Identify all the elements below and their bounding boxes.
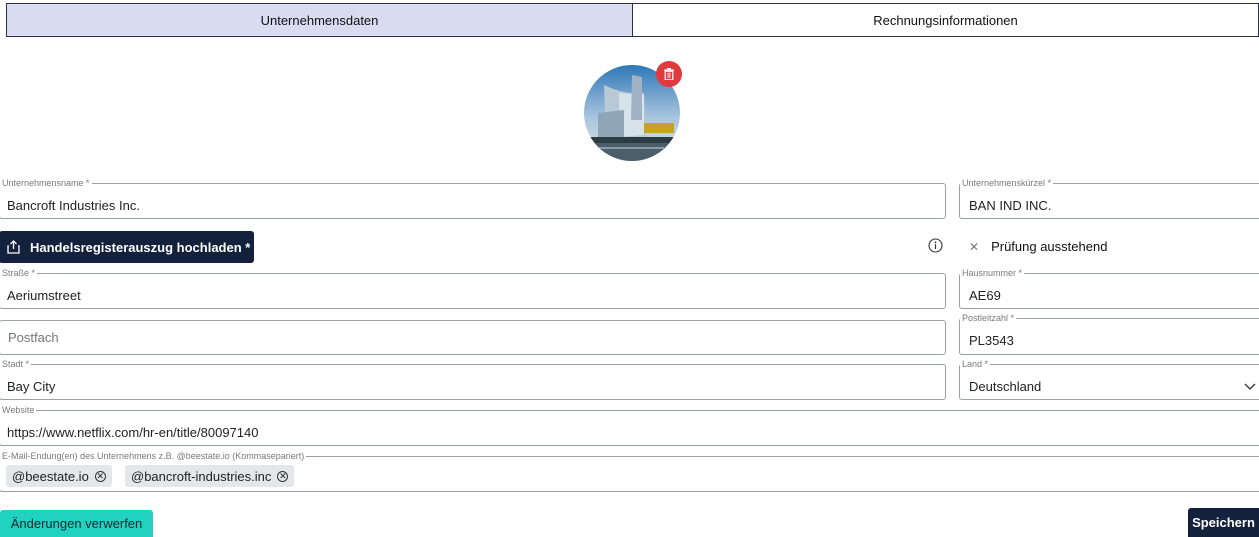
save-button[interactable]: Speichern: [1188, 508, 1259, 537]
discard-changes-button[interactable]: Änderungen verwerfen: [0, 510, 153, 537]
city-value: Bay City: [7, 379, 56, 394]
house-number-field[interactable]: Hausnummer * AE69: [959, 269, 1259, 309]
country-select[interactable]: Land * Deutschland: [959, 360, 1259, 400]
tab-company-data[interactable]: Unternehmensdaten: [6, 3, 633, 37]
city-field[interactable]: Stadt * Bay City: [0, 360, 946, 400]
info-icon[interactable]: [928, 238, 943, 253]
po-box-input[interactable]: Postfach: [0, 320, 946, 355]
street-field[interactable]: Straße * Aeriumstreet: [0, 269, 946, 309]
street-label: Straße *: [2, 268, 36, 278]
upload-icon: [7, 240, 20, 254]
chevron-down-icon: [1244, 383, 1256, 390]
company-short-field[interactable]: Unternehmenskürzel * BAN IND INC.: [959, 179, 1259, 219]
country-value: Deutschland: [969, 379, 1042, 394]
postal-code-value: PL3543: [969, 333, 1014, 348]
email-domain-chip[interactable]: @bancroft-industries.inc ✕: [125, 465, 295, 487]
city-label: Stadt *: [2, 359, 30, 369]
verification-status: ✕ Prüfung ausstehend: [969, 239, 1107, 254]
country-label: Land *: [962, 359, 989, 369]
company-name-label: Unternehmensname *: [2, 178, 90, 188]
email-domain-chip-label: @beestate.io: [12, 468, 89, 484]
website-value: https://www.netflix.com/hr-en/title/8009…: [7, 425, 259, 440]
tab-billing-info[interactable]: Rechnungsinformationen: [633, 3, 1259, 37]
circle-x-icon[interactable]: ✕: [277, 470, 289, 482]
circle-x-icon[interactable]: ✕: [94, 470, 106, 482]
po-box-placeholder: Postfach: [8, 330, 59, 345]
company-logo-container: [584, 61, 682, 161]
email-domains-label: E-Mail-Endung(en) des Unternehmens z.B. …: [2, 451, 305, 461]
trash-icon: [664, 68, 674, 80]
street-value: Aeriumstreet: [7, 288, 81, 303]
company-short-value: BAN IND INC.: [969, 198, 1052, 213]
company-short-label: Unternehmenskürzel *: [962, 178, 1052, 188]
company-name-field[interactable]: Unternehmensname * Bancroft Industries I…: [0, 179, 946, 219]
postal-code-label: Postleitzahl *: [962, 313, 1015, 323]
website-field[interactable]: Website https://www.netflix.com/hr-en/ti…: [0, 406, 1259, 446]
upload-register-extract-button[interactable]: Handelsregisterauszug hochladen *: [0, 231, 254, 263]
email-domain-chip[interactable]: @beestate.io ✕: [6, 465, 112, 487]
verification-status-text: Prüfung ausstehend: [991, 239, 1108, 254]
email-domains-field[interactable]: E-Mail-Endung(en) des Unternehmens z.B. …: [0, 452, 1259, 492]
postal-code-field[interactable]: Postleitzahl * PL3543: [959, 314, 1259, 355]
email-domain-chip-label: @bancroft-industries.inc: [131, 468, 272, 484]
house-number-label: Hausnummer *: [962, 268, 1023, 278]
company-name-value: Bancroft Industries Inc.: [7, 198, 140, 213]
upload-register-extract-label: Handelsregisterauszug hochladen *: [30, 239, 251, 255]
tab-bar: Unternehmensdaten Rechnungsinformationen: [6, 3, 1259, 37]
website-label: Website: [2, 405, 35, 415]
delete-logo-button[interactable]: [656, 61, 682, 87]
house-number-value: AE69: [969, 288, 1001, 303]
pending-x-icon: ✕: [969, 239, 980, 254]
